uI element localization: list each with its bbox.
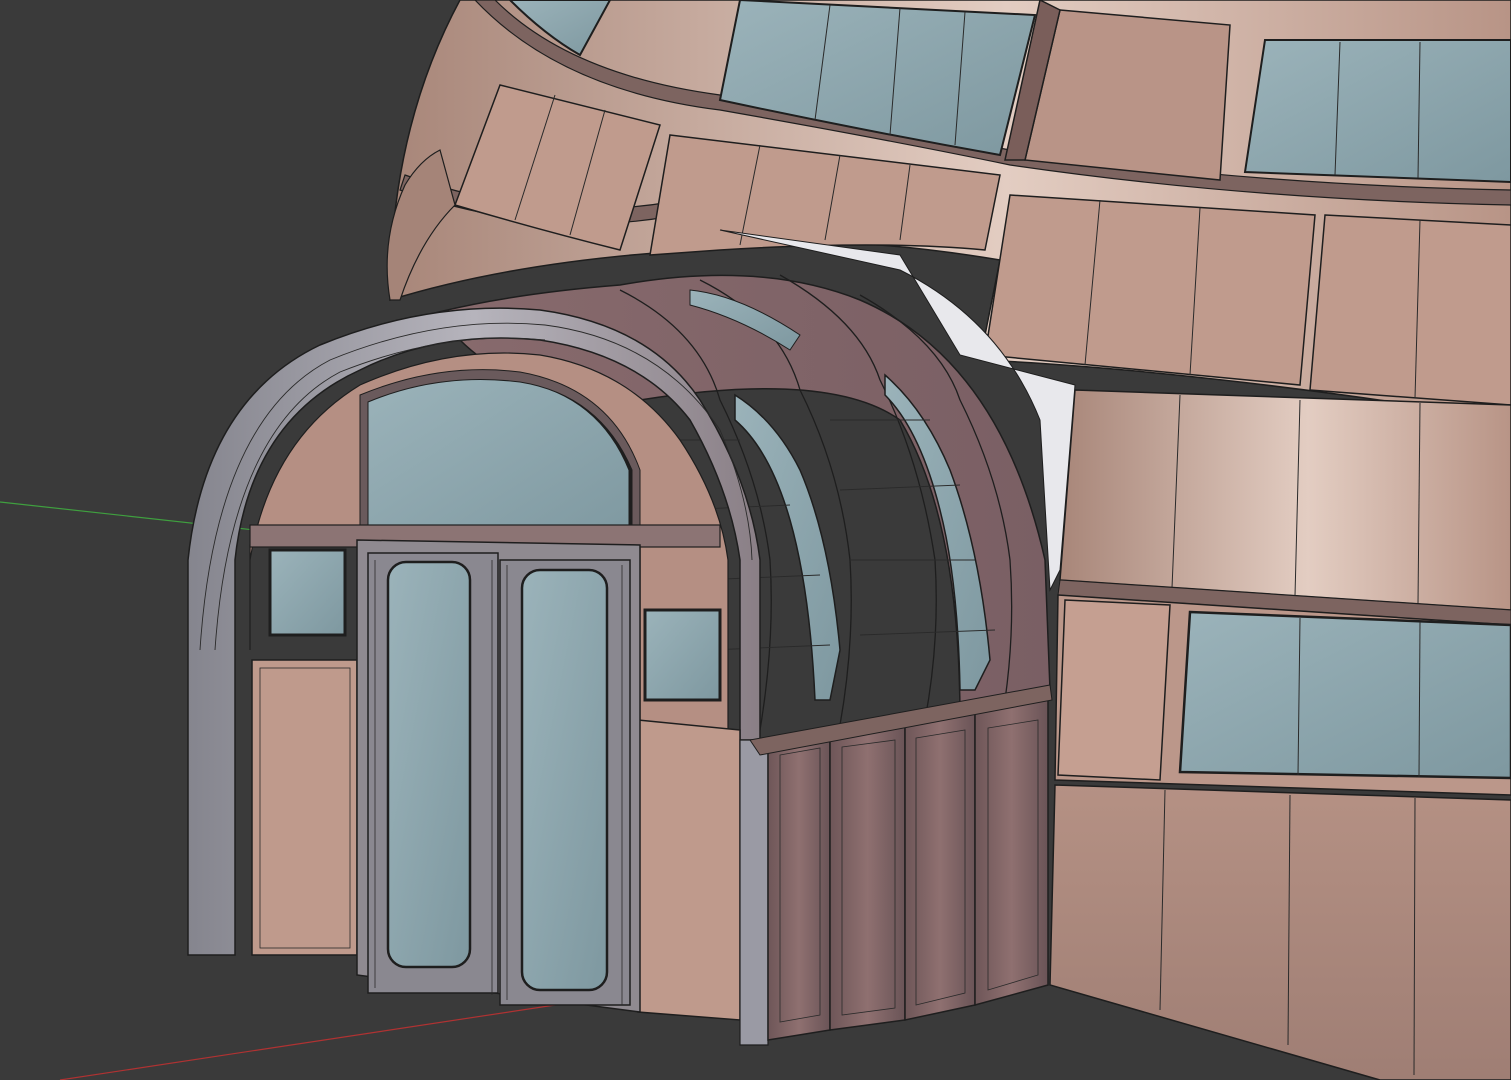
left-side-window: [268, 548, 347, 637]
wall-side-panel: [1057, 599, 1171, 781]
arch-pilaster-right: [739, 739, 769, 1046]
wall-lower-window: [1178, 610, 1511, 780]
wall-row-3: [1049, 784, 1511, 1080]
door-glass-left: [386, 560, 472, 969]
left-lower-panel: [251, 659, 358, 956]
right-side-window: [643, 608, 722, 702]
door-glass-right: [520, 568, 609, 992]
wall-row-1: [1059, 389, 1511, 611]
dome-window-3: [1243, 39, 1511, 184]
3d-viewport[interactable]: [0, 0, 1511, 1080]
dome-panels-upper: [1004, 0, 1231, 181]
viewport-canvas[interactable]: [0, 0, 1511, 1080]
porch-side-panels: [767, 699, 1049, 1041]
right-lower-panel: [637, 719, 741, 1021]
